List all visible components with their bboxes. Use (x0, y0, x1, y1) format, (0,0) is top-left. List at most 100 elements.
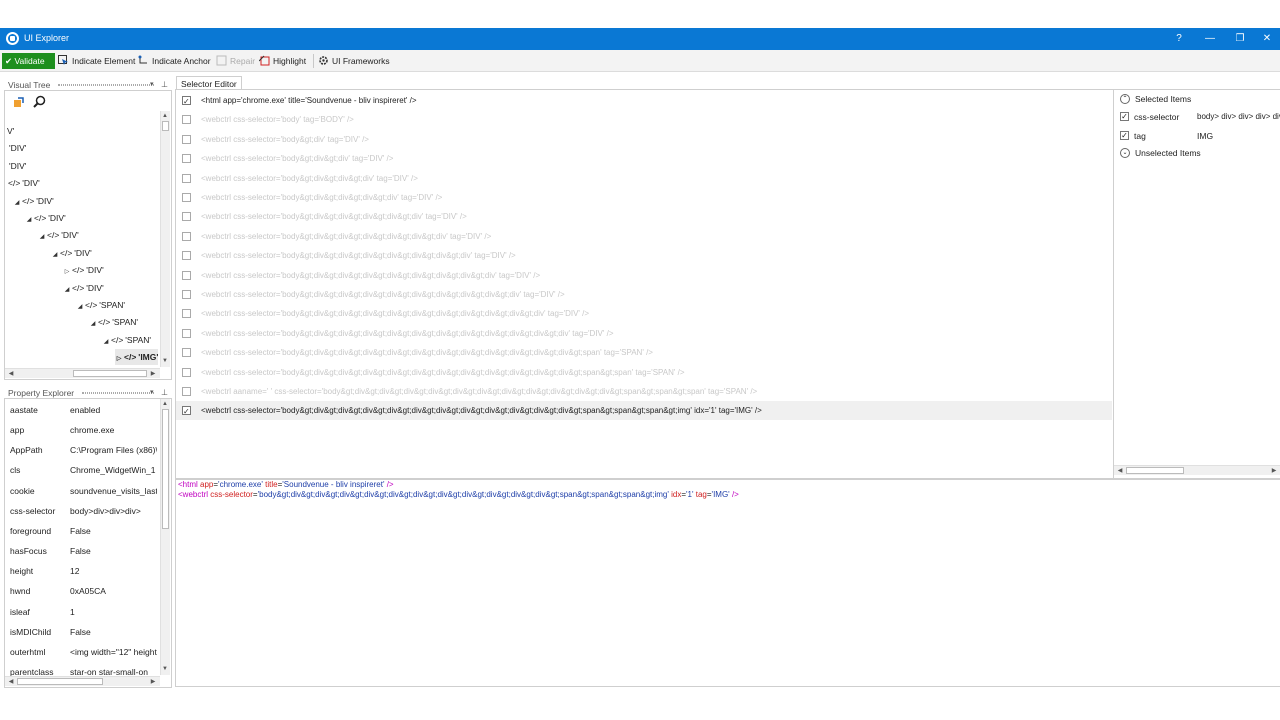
selected-items-header[interactable]: ⌃ Selected Items (1120, 90, 1191, 108)
collapse-arrow-icon[interactable]: ◢ (102, 334, 110, 350)
property-row[interactable]: app chrome.exe (5, 420, 157, 440)
tree-node[interactable]: ◢ </> 'DIV' (13, 193, 54, 209)
selector-row[interactable]: <webctrl css-selector='body&gt;div&gt;di… (176, 207, 1112, 226)
scroll-right-icon[interactable]: ▶ (149, 370, 157, 378)
selector-row-checkbox[interactable] (182, 290, 191, 299)
scroll-thumb[interactable] (1126, 467, 1184, 474)
property-row[interactable]: hwnd 0xA05CA (5, 581, 157, 601)
attribute-value[interactable]: IMG (1197, 127, 1213, 145)
selector-row-checkbox[interactable] (182, 328, 191, 338)
property-row[interactable]: cookie soundvenue_visits_last30 (5, 481, 157, 501)
selector-row-checkbox[interactable] (182, 348, 191, 358)
collapse-arrow-icon[interactable]: ◢ (13, 195, 21, 211)
selector-row[interactable]: <html app='chrome.exe' title='Soundvenue… (176, 91, 1112, 111)
selector-row-checkbox[interactable] (182, 367, 191, 377)
selector-row[interactable]: <webctrl css-selector='body&gt;div&gt;di… (176, 169, 1112, 188)
collapse-arrow-icon[interactable]: ◢ (89, 316, 97, 332)
attribute-checkbox[interactable]: ✓ (1120, 131, 1129, 140)
selector-row-checkbox[interactable] (182, 154, 191, 164)
attribute-checkbox[interactable]: ✓ (1120, 112, 1129, 121)
attribute-row-css-selector[interactable]: ✓ css-selector body> div> div> div> div (1120, 108, 1280, 126)
selector-row[interactable]: <webctrl css-selector='body&gt;div&gt;di… (176, 304, 1112, 323)
scroll-thumb[interactable] (73, 370, 147, 377)
ui-frameworks-button[interactable]: UI Frameworks (318, 54, 390, 68)
property-row[interactable]: aastate enabled (5, 400, 157, 420)
validate-button[interactable]: ✔ Validate (2, 53, 55, 69)
selector-row-checkbox[interactable] (182, 115, 191, 125)
selector-row[interactable]: <webctrl css-selector='body&gt;div&gt;di… (176, 266, 1112, 285)
selector-xml-preview[interactable] (175, 479, 1280, 687)
property-row[interactable]: cls Chrome_WidgetWin_1 (5, 460, 157, 480)
help-button[interactable]: ? (1166, 30, 1192, 48)
search-icon[interactable] (33, 95, 46, 110)
property-row[interactable]: AppPath C:\Program Files (x86)\Go (5, 440, 157, 460)
selector-row-checkbox[interactable] (182, 309, 191, 319)
tree-vertical-scrollbar[interactable]: ▲ ▼ (160, 111, 170, 367)
selector-row[interactable]: <webctrl css-selector='body&gt;div&gt;di… (176, 149, 1112, 168)
property-row[interactable]: outerhtml <img width="12" height= (5, 642, 157, 662)
scroll-up-icon[interactable]: ▲ (161, 112, 169, 120)
selector-row[interactable]: <webctrl css-selector='body&gt;div&gt;di… (176, 401, 1112, 421)
tree-node[interactable]: ◢ </> 'DIV' (63, 280, 104, 296)
indicate-anchor-button[interactable]: Indicate Anchor (138, 54, 211, 68)
selector-row-checkbox[interactable] (182, 92, 191, 111)
property-row[interactable]: css-selector body>div>div>div> (5, 501, 157, 521)
selector-row-checkbox[interactable] (182, 402, 191, 421)
property-row[interactable]: foreground False (5, 521, 157, 541)
tree-node[interactable]: 'DIV' (9, 158, 26, 174)
scroll-down-icon[interactable]: ▼ (161, 357, 169, 365)
selector-row-checkbox[interactable] (182, 251, 191, 261)
scroll-thumb[interactable] (162, 409, 169, 529)
tree-node[interactable]: V' (7, 123, 14, 139)
selector-row-checkbox[interactable] (182, 134, 191, 144)
selector-row-checkbox[interactable] (182, 193, 191, 202)
close-button[interactable]: ✕ (1254, 30, 1280, 48)
tree-node[interactable]: ◢ </> 'SPAN' (102, 332, 151, 348)
repair-button[interactable]: Repair (216, 54, 255, 68)
selector-row[interactable]: <webctrl css-selector='body&gt;div' tag=… (176, 130, 1112, 149)
scroll-down-icon[interactable]: ▼ (161, 665, 169, 673)
collapse-arrow-icon[interactable]: ◢ (38, 229, 46, 245)
scroll-left-icon[interactable]: ◀ (1116, 467, 1124, 475)
selector-row-checkbox[interactable] (182, 270, 191, 280)
tab-selector-editor[interactable]: Selector Editor (176, 76, 242, 90)
selector-row[interactable]: <webctrl css-selector='body&gt;div&gt;di… (176, 188, 1112, 207)
property-row[interactable]: hasFocus False (5, 541, 157, 561)
scroll-thumb[interactable] (17, 678, 103, 685)
property-horizontal-scrollbar[interactable]: ◀ ▶ (5, 676, 160, 686)
selector-row[interactable]: <webctrl css-selector='body&gt;div&gt;di… (176, 324, 1112, 343)
selector-row-checkbox[interactable] (182, 212, 191, 222)
expand-arrow-icon[interactable]: ▷ (63, 264, 71, 280)
expand-arrow-icon[interactable]: ▷ (115, 351, 123, 367)
tree-node[interactable]: 'DIV' (9, 140, 26, 156)
attribute-value[interactable]: body> div> div> div> div (1197, 108, 1280, 126)
tree-node[interactable]: ◢ </> 'SPAN' (89, 314, 138, 330)
selector-row-checkbox[interactable] (182, 231, 191, 241)
attributes-horizontal-scrollbar[interactable]: ◀ ▶ (1114, 465, 1280, 475)
tree-node[interactable]: ▷ </> 'DIV' (63, 262, 104, 278)
scroll-right-icon[interactable]: ▶ (149, 678, 157, 686)
collapse-arrow-icon[interactable]: ◢ (63, 282, 71, 298)
tree-node[interactable]: ▷ </> 'IMG' (115, 349, 159, 367)
property-row[interactable]: height 12 (5, 561, 157, 581)
selector-row[interactable]: <webctrl css-selector='body&gt;div&gt;di… (176, 343, 1112, 362)
collapse-arrow-icon[interactable]: ◢ (25, 212, 33, 228)
scroll-up-icon[interactable]: ▲ (161, 400, 169, 408)
selector-row[interactable]: <webctrl css-selector='body' tag='BODY' … (176, 110, 1112, 129)
property-row[interactable]: isleaf 1 (5, 602, 157, 622)
scroll-left-icon[interactable]: ◀ (7, 678, 15, 686)
selector-row-checkbox[interactable] (182, 173, 191, 183)
selector-row[interactable]: <webctrl css-selector='body&gt;div&gt;di… (176, 227, 1112, 246)
attribute-row-tag[interactable]: ✓ tag IMG (1120, 127, 1280, 145)
tree-node[interactable]: ◢ </> 'DIV' (51, 245, 92, 261)
highlight-button[interactable]: Highlight (258, 54, 306, 68)
property-row[interactable]: isMDIChild False (5, 622, 157, 642)
selector-row[interactable]: <webctrl css-selector='body&gt;div&gt;di… (176, 363, 1112, 382)
tree-node[interactable]: ◢ </> 'DIV' (38, 227, 79, 243)
tree-node[interactable]: ◢ </> 'DIV' (25, 210, 66, 226)
restore-button[interactable]: ❐ (1227, 30, 1253, 48)
selector-row[interactable]: <webctrl aaname=' ' css-selector='body&g… (176, 382, 1112, 401)
minimize-button[interactable]: — (1197, 30, 1223, 48)
collapse-arrow-icon[interactable]: ◢ (51, 247, 59, 263)
scroll-right-icon[interactable]: ▶ (1270, 467, 1278, 475)
